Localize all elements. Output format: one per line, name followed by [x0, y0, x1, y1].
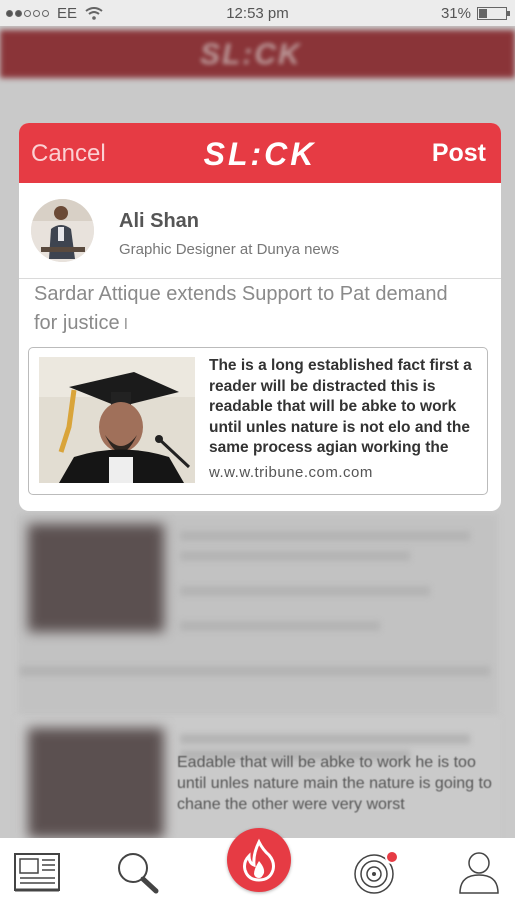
status-right: 31%: [440, 5, 510, 22]
news-icon[interactable]: [13, 850, 61, 894]
status-bar: EE 12:53 pm 31%: [0, 0, 515, 26]
search-icon[interactable]: [113, 850, 161, 894]
trending-button[interactable]: [227, 828, 291, 892]
post-button[interactable]: Post: [432, 139, 486, 168]
background-line: [180, 586, 430, 596]
background-card-image: [28, 524, 164, 632]
avatar-image: [31, 199, 94, 262]
background-line: [20, 666, 490, 676]
app-logo: SL:CK: [203, 136, 317, 172]
battery-icon: [477, 7, 510, 20]
post-text-value: Sardar Attique extends Support to Pat de…: [34, 283, 448, 334]
profile-icon[interactable]: [455, 850, 503, 894]
user-title: Graphic Designer at Dunya news: [119, 241, 340, 258]
user-name: Ali Shan: [119, 210, 200, 232]
user-row: Ali Shan Graphic Designer at Dunya news: [19, 183, 501, 279]
link-preview-image: [39, 357, 195, 483]
status-time: 12:53 pm: [226, 5, 289, 22]
background-line: [180, 551, 410, 561]
avatar: [31, 199, 94, 262]
link-preview-card[interactable]: The is a long established fact first a r…: [28, 347, 488, 495]
background-line: [180, 621, 380, 631]
link-preview-url: w.w.w.tribune.com.com: [209, 464, 373, 481]
modal-header: Cancel SL:CK Post: [19, 123, 501, 183]
notification-dot: [385, 850, 399, 864]
background-line: [180, 531, 470, 541]
compose-post-modal: Cancel SL:CK Post Ali Shan Graphic Desig…: [19, 123, 501, 511]
background-card-image: [28, 728, 164, 838]
text-cursor: I: [123, 316, 129, 333]
background-snippet: Eadable that will be abke to work he is …: [177, 754, 492, 813]
link-preview-description: The is a long established fact first a r…: [209, 357, 472, 456]
background-line: [180, 734, 470, 744]
post-text-input[interactable]: Sardar Attique extends Support to Pat de…: [34, 280, 474, 339]
battery-percent: 31%: [440, 5, 471, 22]
background-logo: SL:CK: [200, 38, 302, 71]
flame-icon: [243, 838, 275, 882]
